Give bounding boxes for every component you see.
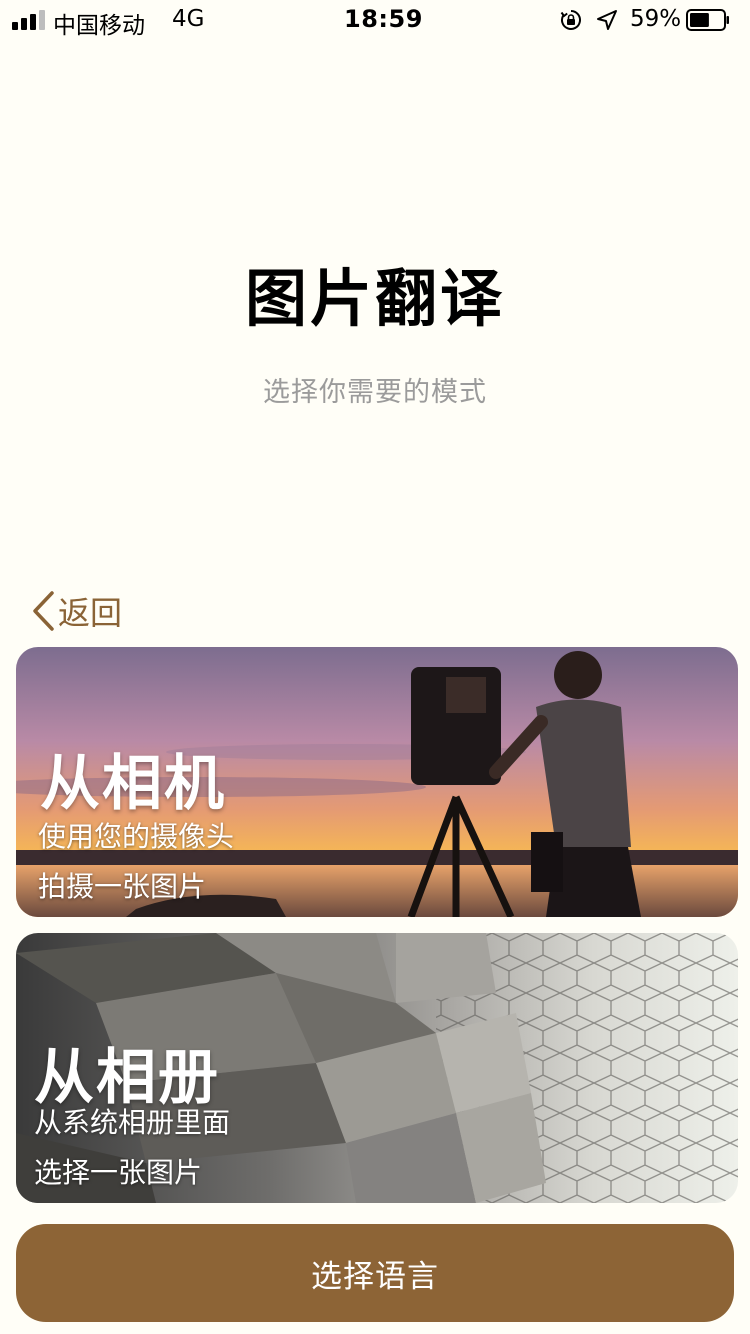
network-type: 4G (172, 6, 205, 32)
screen: 中国移动 4G 18:59 59% 图片翻译 选择你需要的模式 返回 从相机 使… (0, 0, 750, 1334)
camera-card-desc-line1: 使用您的摄像头 (38, 820, 235, 853)
from-camera-card[interactable]: 从相机 使用您的摄像头 拍摄一张图片 (16, 647, 738, 917)
album-card-desc-line2: 选择一张图片 (34, 1156, 203, 1189)
battery-percent: 59% (630, 6, 682, 32)
orientation-lock-icon (560, 10, 581, 30)
chevron-left-icon (33, 591, 54, 631)
carrier-name: 中国移动 (53, 13, 145, 39)
album-card-desc-line1: 从系统相册里面 (34, 1106, 231, 1139)
select-language-button[interactable]: 选择语言 (16, 1224, 734, 1322)
status-bar: 中国移动 4G 18:59 59% (0, 0, 750, 40)
page-title: 图片翻译 (244, 262, 505, 335)
back-button[interactable]: 返回 (30, 588, 122, 634)
battery-icon (686, 9, 729, 31)
camera-card-title: 从相机 (40, 749, 226, 819)
camera-card-desc-line2: 拍摄一张图片 (38, 870, 207, 903)
location-arrow-icon (597, 10, 617, 30)
page-subtitle: 选择你需要的模式 (263, 377, 487, 408)
signal-icon (12, 10, 45, 30)
from-album-card[interactable]: 从相册 从系统相册里面 选择一张图片 (16, 933, 738, 1203)
back-label: 返回 (58, 594, 123, 632)
status-time: 18:59 (344, 5, 423, 33)
